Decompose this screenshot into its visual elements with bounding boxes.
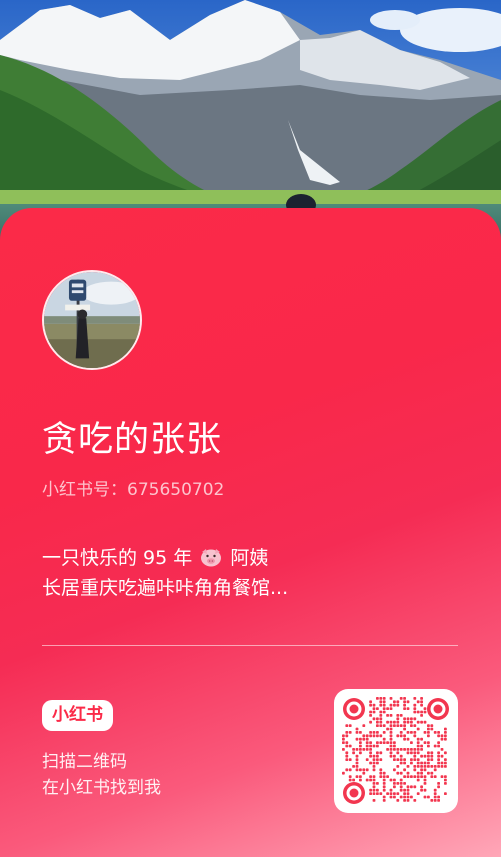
divider	[42, 645, 458, 646]
scan-line-1: 扫描二维码	[42, 752, 127, 772]
qr-finder-bottom-left	[343, 782, 365, 804]
profile-nickname: 贪吃的张张	[42, 420, 223, 460]
avatar[interactable]	[42, 270, 142, 370]
qr-code-icon	[342, 697, 449, 804]
bio-line-1-text-b: 阿姨	[230, 547, 269, 569]
bio-line-1-text-a: 一只快乐的 95 年	[42, 547, 193, 569]
profile-card: 贪吃的张张 小红书号：675650702 一只快乐的 95 年 阿姨 长居重庆吃…	[0, 208, 501, 857]
avatar-photo	[44, 272, 140, 368]
bio-line-2: 长居重庆吃遍咔咔角角餐馆...	[42, 577, 289, 599]
qr-finder-top-right	[427, 698, 449, 720]
bio-line-1: 一只快乐的 95 年 阿姨	[42, 543, 288, 573]
pig-face-icon	[201, 549, 222, 567]
profile-bio: 一只快乐的 95 年 阿姨 长居重庆吃遍咔咔角角餐馆...	[42, 543, 288, 603]
scan-line-2: 在小红书找到我	[42, 778, 161, 798]
profile-share-card-screen: 贪吃的张张 小红书号：675650702 一只快乐的 95 年 阿姨 长居重庆吃…	[0, 0, 501, 857]
qr-finder-top-left	[343, 698, 365, 720]
brand-logo: 小红书	[42, 700, 113, 731]
qr-code[interactable]	[334, 689, 458, 813]
scan-instructions: 扫描二维码 在小红书找到我	[42, 749, 161, 801]
profile-account-id: 小红书号：675650702	[42, 480, 225, 500]
